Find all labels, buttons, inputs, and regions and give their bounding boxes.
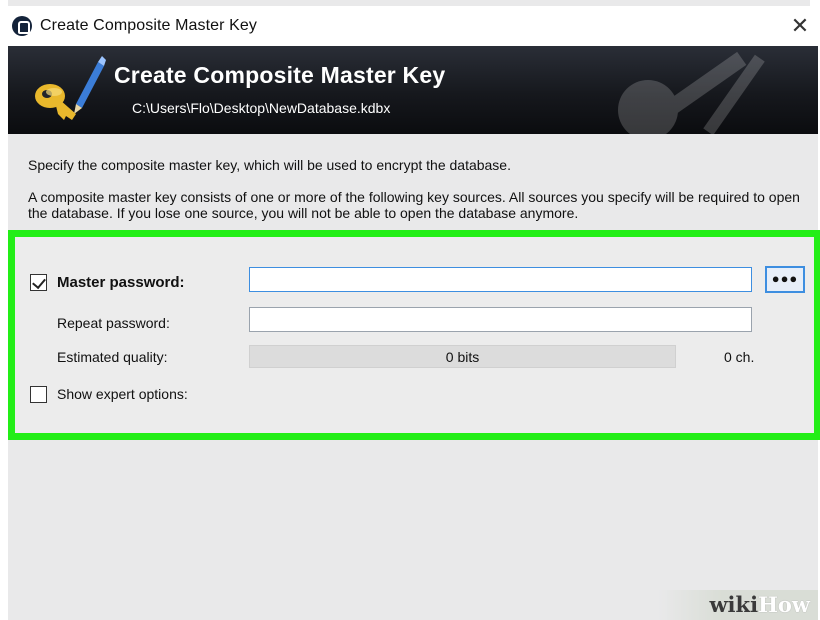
repeat-password-input[interactable] [249, 307, 752, 332]
master-password-label: Master password: [57, 274, 185, 291]
show-expert-options-label: Show expert options: [57, 386, 188, 402]
banner-watermark-key-icon [618, 51, 765, 134]
watermark-part-2: How [758, 592, 810, 617]
quality-bits-text: 0 bits [445, 349, 480, 365]
show-expert-options-checkbox[interactable] [30, 386, 47, 403]
wikihow-watermark: wikiHow [658, 590, 818, 620]
header-banner: Create Composite Master Key C:\Users\Flo… [8, 46, 818, 134]
quality-chars-text: 0 ch. [724, 349, 755, 365]
database-path: C:\Users\Flo\Desktop\NewDatabase.kdbx [132, 100, 391, 116]
banner-title: Create Composite Master Key [114, 62, 446, 88]
description-line-1: Specify the composite master key, which … [28, 157, 511, 173]
key-pen-icon [35, 56, 106, 120]
dialog-content: Specify the composite master key, which … [8, 134, 820, 620]
close-button[interactable]: ✕ [786, 12, 814, 40]
watermark-part-1: wiki [709, 592, 759, 617]
window-left-edge [0, 0, 8, 620]
estimated-quality-label: Estimated quality: [57, 349, 168, 365]
title-bar: Create Composite Master Key ✕ [8, 6, 818, 46]
quality-progress-bar: 0 bits [249, 345, 676, 368]
key-sources-highlight-box: Master password: ●●● Repeat password: Es… [8, 230, 820, 440]
keepass-lock-icon [12, 16, 32, 36]
description-line-2: A composite master key consists of one o… [28, 189, 800, 221]
master-password-input[interactable] [249, 267, 752, 292]
show-password-button[interactable]: ●●● [765, 266, 805, 293]
repeat-password-label: Repeat password: [57, 315, 170, 331]
window-title: Create Composite Master Key [40, 17, 258, 34]
master-password-checkbox[interactable] [30, 274, 47, 291]
